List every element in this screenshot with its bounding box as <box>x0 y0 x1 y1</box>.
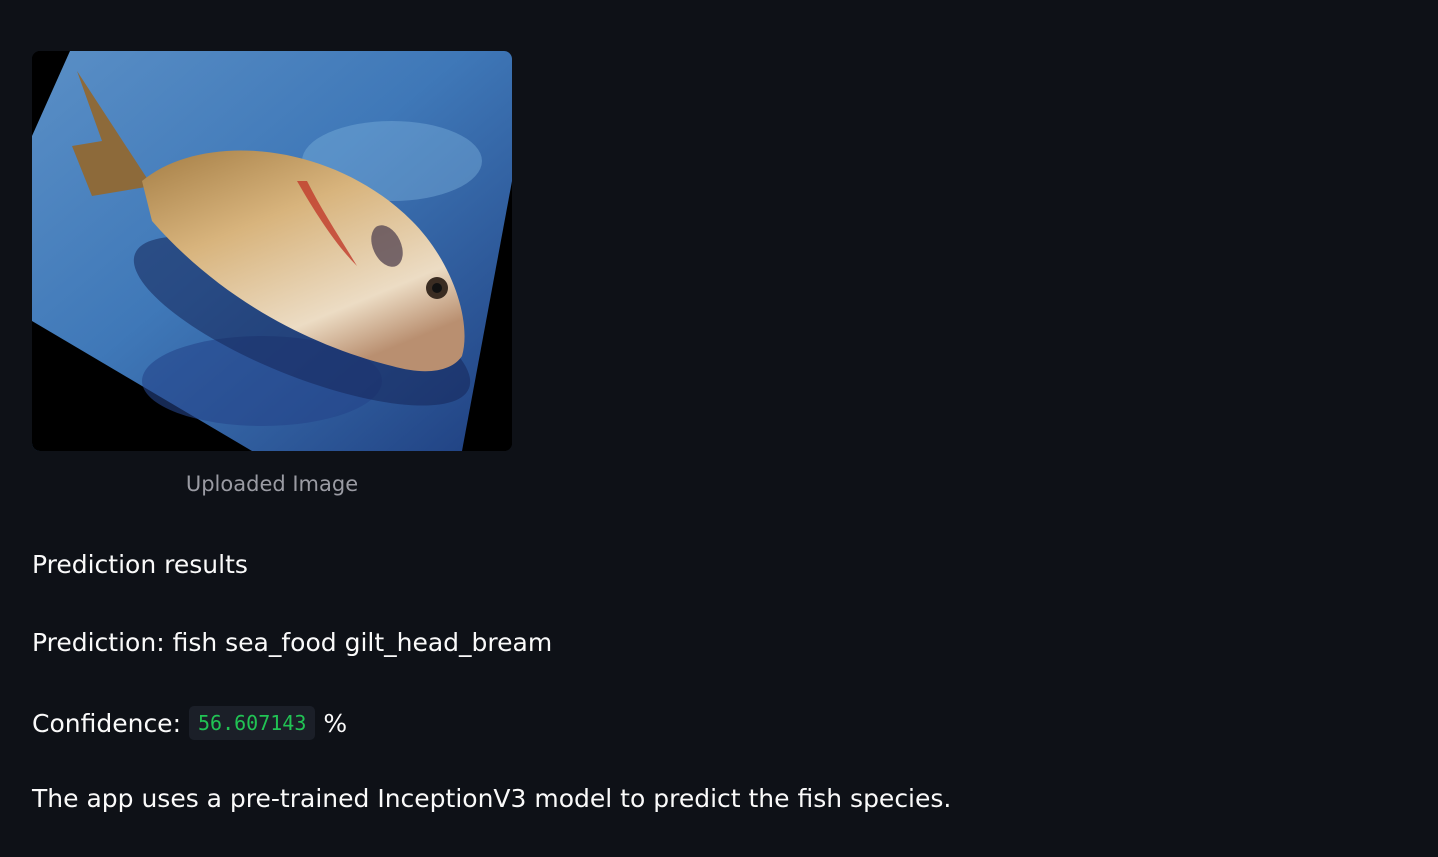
app-page: Uploaded Image Prediction results Predic… <box>0 0 1438 857</box>
confidence-label: Confidence: <box>32 708 181 738</box>
image-caption: Uploaded Image <box>185 472 359 496</box>
confidence-unit: % <box>323 708 348 738</box>
prediction-line: Prediction: fish sea_food gilt_head_brea… <box>32 628 552 657</box>
prediction-value: fish sea_food gilt_head_bream <box>172 628 553 657</box>
results-heading: Prediction results <box>32 550 248 579</box>
confidence-line: Confidence: 56.607143 % <box>32 706 347 740</box>
fish-photo-graphic <box>32 51 512 451</box>
confidence-value: 56.607143 <box>189 706 316 740</box>
prediction-label: Prediction: <box>32 628 165 657</box>
uploaded-image <box>32 51 512 451</box>
about-text: The app uses a pre-trained InceptionV3 m… <box>32 784 952 813</box>
